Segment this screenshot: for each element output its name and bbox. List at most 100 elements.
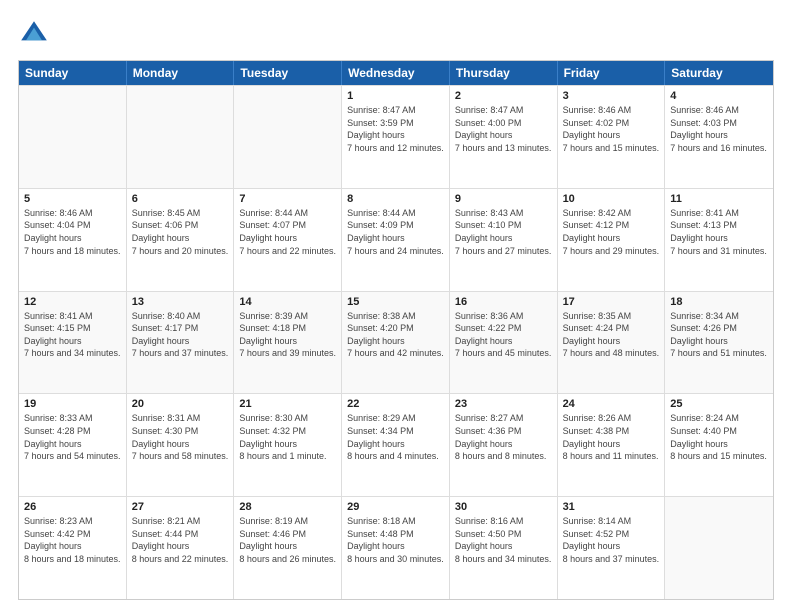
day-info: Sunrise: 8:46 AMSunset: 4:03 PMDaylight … <box>670 104 768 154</box>
header-cell-saturday: Saturday <box>665 61 773 85</box>
day-info: Sunrise: 8:41 AMSunset: 4:13 PMDaylight … <box>670 207 768 257</box>
calendar-body: 1 Sunrise: 8:47 AMSunset: 3:59 PMDaylight… <box>19 85 773 599</box>
day-info: Sunrise: 8:21 AMSunset: 4:44 PMDaylight … <box>132 515 229 565</box>
calendar-cell: 3 Sunrise: 8:46 AMSunset: 4:02 PMDaylight… <box>558 86 666 188</box>
day-info: Sunrise: 8:14 AMSunset: 4:52 PMDaylight … <box>563 515 660 565</box>
day-number: 2 <box>455 90 552 102</box>
day-number: 19 <box>24 398 121 410</box>
calendar-cell: 12 Sunrise: 8:41 AMSunset: 4:15 PMDayligh… <box>19 292 127 394</box>
calendar-cell <box>19 86 127 188</box>
logo-icon <box>18 18 50 50</box>
day-number: 25 <box>670 398 768 410</box>
day-info: Sunrise: 8:44 AMSunset: 4:09 PMDaylight … <box>347 207 444 257</box>
day-number: 4 <box>670 90 768 102</box>
calendar-cell: 25Sunrise: 8:24 AMSunset: 4:40 PMDayligh… <box>665 394 773 496</box>
calendar-cell: 20 Sunrise: 8:31 AMSunset: 4:30 PMDayligh… <box>127 394 235 496</box>
day-info: Sunrise: 8:46 AMSunset: 4:04 PMDaylight … <box>24 207 121 257</box>
calendar-cell: 6Sunrise: 8:45 AMSunset: 4:06 PMDaylight… <box>127 189 235 291</box>
day-info: Sunrise: 8:45 AMSunset: 4:06 PMDaylight … <box>132 207 229 257</box>
day-number: 11 <box>670 193 768 205</box>
day-info: Sunrise: 8:16 AMSunset: 4:50 PMDaylight … <box>455 515 552 565</box>
day-number: 10 <box>563 193 660 205</box>
day-info: Sunrise: 8:30 AMSunset: 4:32 PMDaylight … <box>239 412 336 462</box>
calendar: SundayMondayTuesdayWednesdayThursdayFrid… <box>18 60 774 600</box>
calendar-row: 26 Sunrise: 8:23 AMSunset: 4:42 PMDayligh… <box>19 496 773 599</box>
calendar-cell: 8 Sunrise: 8:44 AMSunset: 4:09 PMDaylight… <box>342 189 450 291</box>
day-number: 1 <box>347 90 444 102</box>
day-info: Sunrise: 8:39 AMSunset: 4:18 PMDaylight … <box>239 310 336 360</box>
day-number: 27 <box>132 501 229 513</box>
calendar-row: 19 Sunrise: 8:33 AMSunset: 4:28 PMDayligh… <box>19 393 773 496</box>
day-info: Sunrise: 8:29 AMSunset: 4:34 PMDaylight … <box>347 412 444 462</box>
day-number: 9 <box>455 193 552 205</box>
page: SundayMondayTuesdayWednesdayThursdayFrid… <box>0 0 792 612</box>
day-number: 29 <box>347 501 444 513</box>
calendar-cell: 10 Sunrise: 8:42 AMSunset: 4:12 PMDayligh… <box>558 189 666 291</box>
logo <box>18 18 56 50</box>
calendar-cell: 28Sunrise: 8:19 AMSunset: 4:46 PMDayligh… <box>234 497 342 599</box>
calendar-cell: 27 Sunrise: 8:21 AMSunset: 4:44 PMDayligh… <box>127 497 235 599</box>
day-number: 28 <box>239 501 336 513</box>
day-info: Sunrise: 8:41 AMSunset: 4:15 PMDaylight … <box>24 310 121 360</box>
calendar-row: 5 Sunrise: 8:46 AMSunset: 4:04 PMDaylight… <box>19 188 773 291</box>
day-number: 14 <box>239 296 336 308</box>
calendar-cell: 7Sunrise: 8:44 AMSunset: 4:07 PMDaylight… <box>234 189 342 291</box>
calendar-cell: 24 Sunrise: 8:26 AMSunset: 4:38 PMDayligh… <box>558 394 666 496</box>
calendar-cell: 9 Sunrise: 8:43 AMSunset: 4:10 PMDaylight… <box>450 189 558 291</box>
day-info: Sunrise: 8:36 AMSunset: 4:22 PMDaylight … <box>455 310 552 360</box>
header <box>18 18 774 50</box>
day-number: 31 <box>563 501 660 513</box>
day-info: Sunrise: 8:44 AMSunset: 4:07 PMDaylight … <box>239 207 336 257</box>
day-number: 24 <box>563 398 660 410</box>
header-cell-sunday: Sunday <box>19 61 127 85</box>
calendar-cell: 18 Sunrise: 8:34 AMSunset: 4:26 PMDayligh… <box>665 292 773 394</box>
day-info: Sunrise: 8:47 AMSunset: 3:59 PMDaylight … <box>347 104 444 154</box>
calendar-cell: 31 Sunrise: 8:14 AMSunset: 4:52 PMDayligh… <box>558 497 666 599</box>
calendar-cell: 2 Sunrise: 8:47 AMSunset: 4:00 PMDaylight… <box>450 86 558 188</box>
day-info: Sunrise: 8:47 AMSunset: 4:00 PMDaylight … <box>455 104 552 154</box>
header-cell-friday: Friday <box>558 61 666 85</box>
day-number: 26 <box>24 501 121 513</box>
calendar-cell: 22 Sunrise: 8:29 AMSunset: 4:34 PMDayligh… <box>342 394 450 496</box>
day-info: Sunrise: 8:33 AMSunset: 4:28 PMDaylight … <box>24 412 121 462</box>
day-info: Sunrise: 8:26 AMSunset: 4:38 PMDaylight … <box>563 412 660 462</box>
day-info: Sunrise: 8:42 AMSunset: 4:12 PMDaylight … <box>563 207 660 257</box>
day-info: Sunrise: 8:23 AMSunset: 4:42 PMDaylight … <box>24 515 121 565</box>
day-info: Sunrise: 8:46 AMSunset: 4:02 PMDaylight … <box>563 104 660 154</box>
day-number: 5 <box>24 193 121 205</box>
calendar-cell: 21 Sunrise: 8:30 AMSunset: 4:32 PMDayligh… <box>234 394 342 496</box>
day-info: Sunrise: 8:40 AMSunset: 4:17 PMDaylight … <box>132 310 229 360</box>
header-cell-wednesday: Wednesday <box>342 61 450 85</box>
day-number: 18 <box>670 296 768 308</box>
calendar-cell: 1 Sunrise: 8:47 AMSunset: 3:59 PMDaylight… <box>342 86 450 188</box>
day-info: Sunrise: 8:27 AMSunset: 4:36 PMDaylight … <box>455 412 552 462</box>
day-number: 3 <box>563 90 660 102</box>
calendar-header: SundayMondayTuesdayWednesdayThursdayFrid… <box>19 61 773 85</box>
day-number: 30 <box>455 501 552 513</box>
day-info: Sunrise: 8:35 AMSunset: 4:24 PMDaylight … <box>563 310 660 360</box>
day-info: Sunrise: 8:43 AMSunset: 4:10 PMDaylight … <box>455 207 552 257</box>
day-info: Sunrise: 8:18 AMSunset: 4:48 PMDaylight … <box>347 515 444 565</box>
day-number: 8 <box>347 193 444 205</box>
calendar-cell: 29 Sunrise: 8:18 AMSunset: 4:48 PMDayligh… <box>342 497 450 599</box>
calendar-row: 12 Sunrise: 8:41 AMSunset: 4:15 PMDayligh… <box>19 291 773 394</box>
day-number: 12 <box>24 296 121 308</box>
header-cell-thursday: Thursday <box>450 61 558 85</box>
calendar-cell <box>665 497 773 599</box>
day-number: 15 <box>347 296 444 308</box>
day-number: 16 <box>455 296 552 308</box>
calendar-cell: 11 Sunrise: 8:41 AMSunset: 4:13 PMDayligh… <box>665 189 773 291</box>
calendar-cell <box>127 86 235 188</box>
calendar-cell: 4 Sunrise: 8:46 AMSunset: 4:03 PMDaylight… <box>665 86 773 188</box>
day-number: 17 <box>563 296 660 308</box>
day-number: 21 <box>239 398 336 410</box>
calendar-cell: 19 Sunrise: 8:33 AMSunset: 4:28 PMDayligh… <box>19 394 127 496</box>
day-number: 23 <box>455 398 552 410</box>
calendar-cell: 15Sunrise: 8:38 AMSunset: 4:20 PMDayligh… <box>342 292 450 394</box>
calendar-cell: 14 Sunrise: 8:39 AMSunset: 4:18 PMDayligh… <box>234 292 342 394</box>
day-info: Sunrise: 8:31 AMSunset: 4:30 PMDaylight … <box>132 412 229 462</box>
calendar-cell: 13Sunrise: 8:40 AMSunset: 4:17 PMDayligh… <box>127 292 235 394</box>
day-number: 22 <box>347 398 444 410</box>
day-info: Sunrise: 8:34 AMSunset: 4:26 PMDaylight … <box>670 310 768 360</box>
day-number: 20 <box>132 398 229 410</box>
